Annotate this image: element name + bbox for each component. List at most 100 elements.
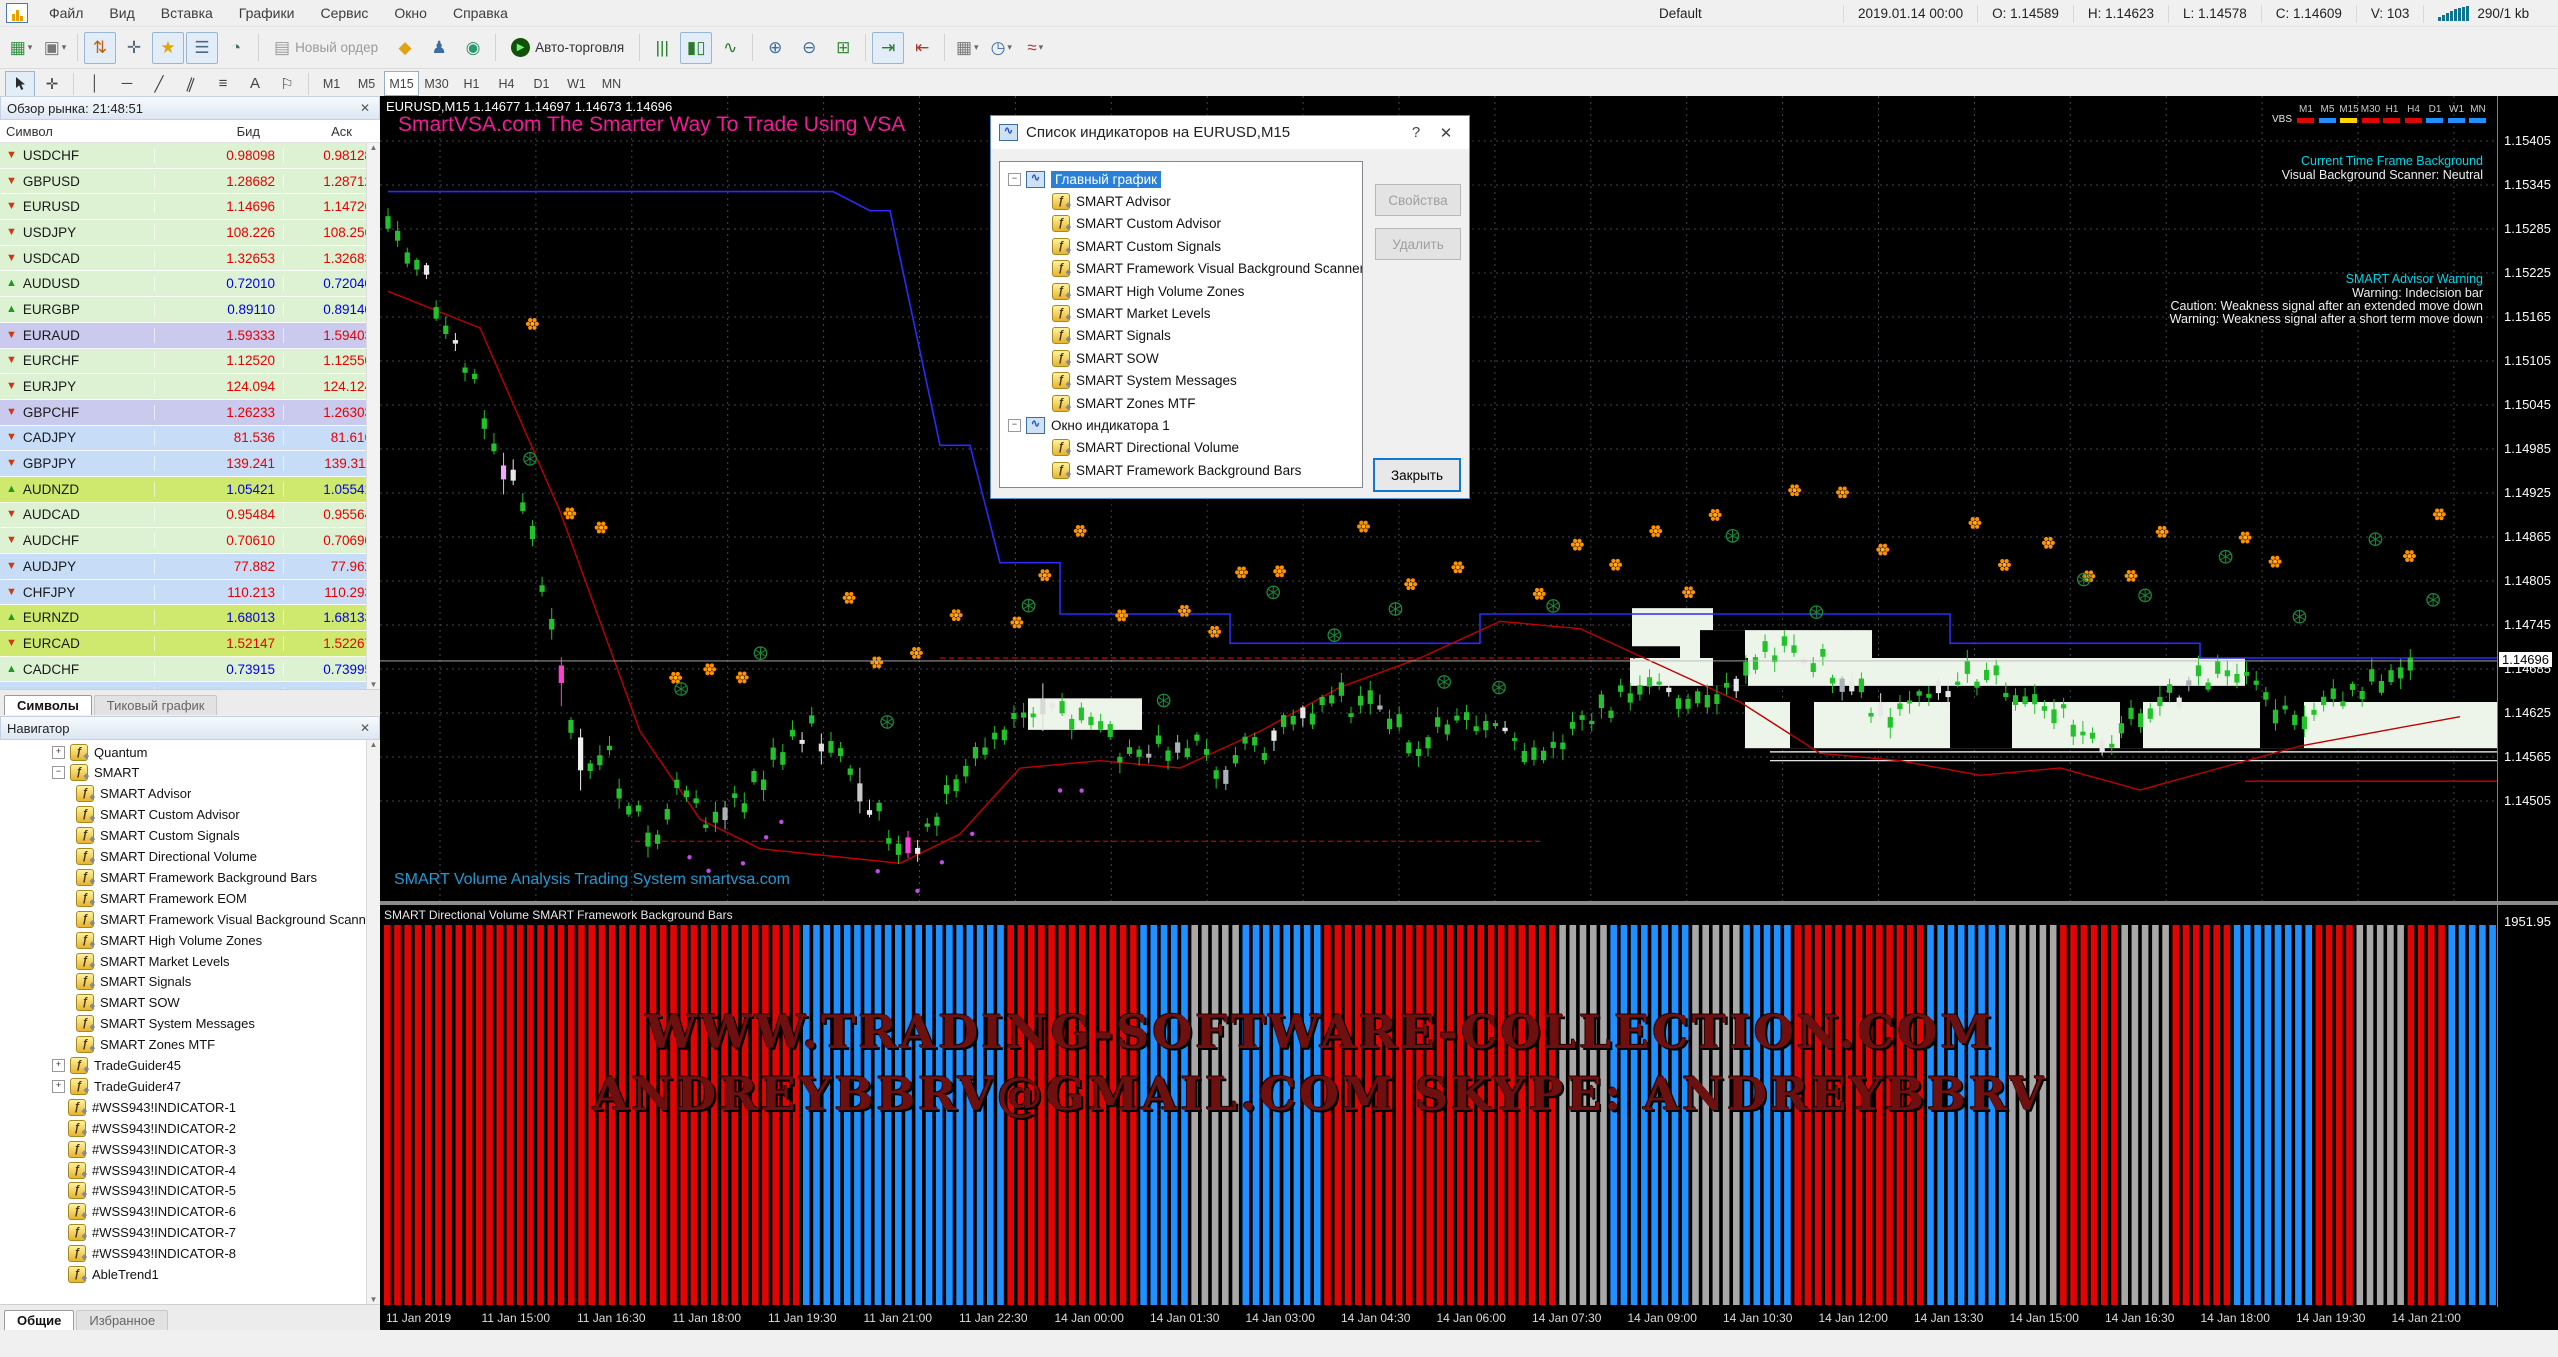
navigator-item[interactable]: ƒSMART Market Levels	[76, 951, 366, 971]
scroll-up-icon[interactable]: ▲	[370, 143, 378, 152]
navigator-item[interactable]: +ƒTradeGuider47	[52, 1076, 366, 1096]
market-watch-row-eurcad[interactable]: ▼EURCAD1.521471.52267	[0, 631, 380, 657]
horizontal-line-tool-button[interactable]: ─	[112, 71, 142, 97]
navigator-item[interactable]: ƒ#WSS943!INDICATOR-3	[52, 1139, 366, 1159]
dialog-indicator-row[interactable]: ƒSMART Signals	[1052, 325, 1171, 347]
market-watch-row-usdjpy[interactable]: ▼USDJPY108.226108.256	[0, 220, 380, 246]
market-watch-row-eurnzd[interactable]: ▲EURNZD1.680131.68133	[0, 605, 380, 631]
navigator-item[interactable]: ƒSMART Framework Background Bars	[76, 867, 366, 887]
market-watch-row-gbpjpy[interactable]: ▼GBPJPY139.241139.311	[0, 451, 380, 477]
scroll-down-icon[interactable]: ▼	[370, 1295, 378, 1304]
navigator-item[interactable]: −ƒSMART	[52, 763, 366, 783]
market-watch-row-usdcad[interactable]: ▼USDCAD1.326531.32683	[0, 246, 380, 272]
menu-view[interactable]: Вид	[96, 2, 147, 24]
tab-favorites[interactable]: Избранное	[76, 1310, 168, 1330]
market-watch-row-cadjpy[interactable]: ▼CADJPY81.53681.616	[0, 426, 380, 452]
timeframe-h4-button[interactable]: H4	[489, 71, 524, 96]
market-watch-row-nzdjpy[interactable]: ▼NZDJPY73.81673.896	[0, 682, 380, 689]
navigator-item[interactable]: ƒSMART Advisor	[76, 784, 366, 804]
collapse-icon[interactable]: −	[1008, 173, 1021, 186]
menu-help[interactable]: Справка	[440, 2, 521, 24]
column-header-ask[interactable]: Аск	[268, 124, 356, 139]
navigator-item[interactable]: ƒ#WSS943!INDICATOR-7	[52, 1223, 366, 1243]
market-watch-close-icon[interactable]: ✕	[357, 101, 373, 115]
metaeditor-button[interactable]: ◆	[389, 32, 421, 64]
navigator-item[interactable]: ƒ#WSS943!INDICATOR-5	[52, 1181, 366, 1201]
dialog-group-row[interactable]: −∿Главный график	[1008, 168, 1161, 190]
dialog-indicator-row[interactable]: ƒSMART Framework Background Bars	[1052, 459, 1301, 481]
dialog-indicator-row[interactable]: ƒSMART Directional Volume	[1052, 437, 1239, 459]
collapse-icon[interactable]: −	[1008, 419, 1021, 432]
market-watch-scrollbar[interactable]: ▲▼	[366, 143, 380, 689]
market-watch-row-audnzd[interactable]: ▲AUDNZD1.054211.05541	[0, 477, 380, 503]
market-watch-row-cadchf[interactable]: ▲CADCHF0.739150.73995	[0, 657, 380, 683]
new-chart-button[interactable]: ▦▾	[5, 32, 37, 64]
navigator-item[interactable]: ƒ#WSS943!INDICATOR-6	[52, 1202, 366, 1222]
navigator-item[interactable]: ƒSMART SOW	[76, 993, 366, 1013]
profiles-button[interactable]: ▣▾	[39, 32, 71, 64]
autotrade-button[interactable]: ▶Авто-торговля	[502, 32, 633, 64]
market-watch-row-usdchf[interactable]: ▼USDCHF0.980980.98128	[0, 143, 380, 169]
dialog-indicator-row[interactable]: ƒSMART Framework Visual Background Scann…	[1052, 258, 1363, 280]
dialog-indicator-row[interactable]: ƒSMART Market Levels	[1052, 302, 1211, 324]
dialog-indicator-row[interactable]: ƒSMART System Messages	[1052, 370, 1237, 392]
signals-button[interactable]: ◉	[457, 32, 489, 64]
data-window-toggle-button[interactable]: ✛	[118, 32, 150, 64]
navigator-item[interactable]: ƒSMART Directional Volume	[76, 847, 366, 867]
timeframe-m1-button[interactable]: M1	[314, 71, 349, 96]
auto-scroll-button[interactable]: ⇥	[872, 32, 904, 64]
zoom-in-button[interactable]: ⊕	[759, 32, 791, 64]
tile-windows-button[interactable]: ⊞	[827, 32, 859, 64]
dialog-help-button[interactable]: ?	[1401, 124, 1431, 141]
tab-symbols[interactable]: Символы	[4, 695, 92, 715]
templates-button[interactable]: ▦▾	[951, 32, 983, 64]
properties-button[interactable]: Свойства	[1375, 184, 1461, 216]
navigator-toggle-button[interactable]: ★	[152, 32, 184, 64]
price-scale[interactable]: 1.154051.153451.152851.152251.151651.151…	[2497, 96, 2558, 1307]
column-header-symbol[interactable]: Символ	[0, 124, 148, 139]
indicator-window[interactable]: SMART Directional Volume SMART Framework…	[380, 905, 2497, 1307]
market-watch-row-audchf[interactable]: ▼AUDCHF0.706100.70690	[0, 528, 380, 554]
tab-tick-chart[interactable]: Тиковый график	[94, 695, 218, 715]
navigator-item[interactable]: ƒSMART Custom Signals	[76, 826, 366, 846]
vertical-line-tool-button[interactable]: │	[80, 71, 110, 97]
timeframe-mn-button[interactable]: MN	[594, 71, 629, 96]
navigator-item[interactable]: ƒ#WSS943!INDICATOR-2	[52, 1118, 366, 1138]
equidistant-channel-tool-button[interactable]: ∥	[176, 71, 206, 97]
arrows-tool-button[interactable]: ⚐	[272, 71, 302, 97]
dialog-indicator-row[interactable]: ƒSMART Custom Advisor	[1052, 213, 1221, 235]
timeframe-h1-button[interactable]: H1	[454, 71, 489, 96]
expand-icon[interactable]: +	[52, 1080, 65, 1093]
navigator-item[interactable]: ƒSMART Framework Visual Background Scann…	[76, 909, 366, 929]
periods-button[interactable]: ◷▾	[985, 32, 1017, 64]
menu-file[interactable]: Файл	[36, 2, 96, 24]
chart-shift-button[interactable]: ⇤	[906, 32, 938, 64]
dialog-title-bar[interactable]: ∿ Список индикаторов на EURUSD,M15 ? ✕	[991, 116, 1469, 149]
navigator-item[interactable]: +ƒQuantum	[52, 742, 366, 762]
menu-charts[interactable]: Графики	[226, 2, 308, 24]
market-watch-row-euraud[interactable]: ▼EURAUD1.593331.59403	[0, 323, 380, 349]
cursor-tool-button[interactable]	[5, 71, 35, 97]
market-watch-row-gbpusd[interactable]: ▼GBPUSD1.286821.28712	[0, 169, 380, 195]
market-watch-toggle-button[interactable]: ⇅	[84, 32, 116, 64]
chart-candles-button[interactable]: ▮▯	[680, 32, 712, 64]
tab-common[interactable]: Общие	[4, 1310, 74, 1330]
new-order-button[interactable]: ▤Новый ордер	[265, 32, 387, 64]
navigator-item[interactable]: ƒSMART High Volume Zones	[76, 930, 366, 950]
market-watch-row-eurgbp[interactable]: ▲EURGBP0.891100.89140	[0, 297, 380, 323]
timeframe-d1-button[interactable]: D1	[524, 71, 559, 96]
column-header-bid[interactable]: Бид	[148, 124, 268, 139]
scroll-up-icon[interactable]: ▲	[370, 740, 378, 749]
navigator-item[interactable]: ƒSMART Custom Advisor	[76, 805, 366, 825]
navigator-scrollbar[interactable]: ▲▼	[366, 740, 380, 1304]
timeframe-m30-button[interactable]: M30	[419, 71, 454, 96]
experts-button[interactable]: ♟	[423, 32, 455, 64]
market-watch-row-eurusd[interactable]: ▼EURUSD1.146961.14726	[0, 194, 380, 220]
expand-icon[interactable]: +	[52, 1059, 65, 1072]
dialog-indicator-row[interactable]: ƒSMART Zones MTF	[1052, 392, 1196, 414]
indicators-button[interactable]: ≈▾	[1019, 32, 1051, 64]
chart-bars-button[interactable]: |||	[646, 32, 678, 64]
navigator-item[interactable]: ƒAbleTrend1	[52, 1265, 366, 1285]
market-watch-row-audjpy[interactable]: ▼AUDJPY77.88277.962	[0, 554, 380, 580]
timeframe-w1-button[interactable]: W1	[559, 71, 594, 96]
